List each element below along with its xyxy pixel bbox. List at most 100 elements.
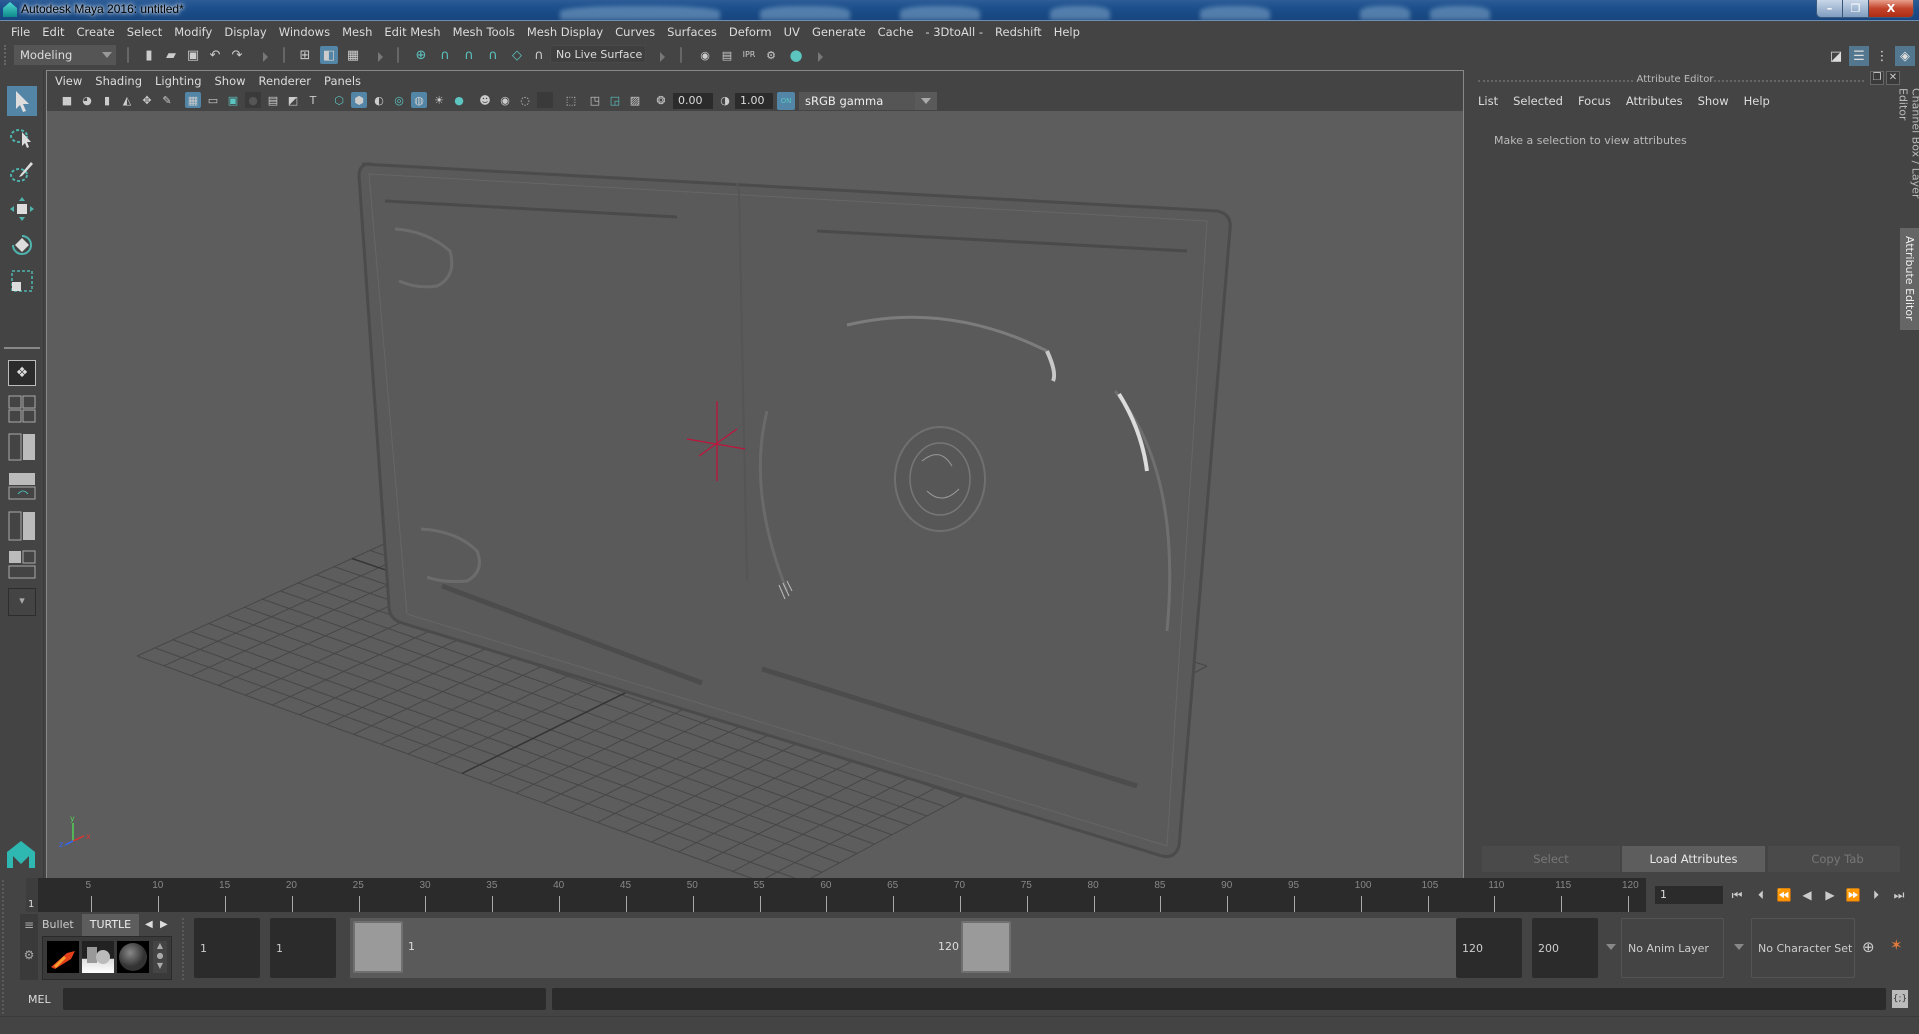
new-scene-icon[interactable]: ▮ [140, 46, 158, 64]
menu-item-9[interactable]: Mesh Tools [449, 25, 523, 39]
command-input[interactable] [63, 988, 546, 1010]
shelf-scrollbar[interactable]: ▲ ● ▼ [153, 941, 167, 973]
turtle-bake-icon[interactable] [82, 941, 114, 973]
menu-item-11[interactable]: Curves [611, 25, 663, 39]
render-current-frame-icon[interactable]: ▤ [718, 46, 736, 64]
range-start-handle[interactable] [353, 921, 403, 973]
attribute-editor-menu-0[interactable]: List [1478, 94, 1498, 108]
close-button[interactable]: X [1869, 0, 1913, 17]
channel-box-tab[interactable]: Channel Box / Layer Editor [1897, 80, 1919, 226]
menu-item-16[interactable]: Cache [874, 25, 922, 39]
shadows-icon[interactable]: ● [451, 92, 467, 108]
rotate-tool[interactable] [7, 230, 37, 260]
attribute-editor-menu-2[interactable]: Focus [1578, 94, 1611, 108]
tool-settings-toggle-icon[interactable]: ⋮ [1872, 46, 1892, 66]
four-view-layout-icon[interactable] [8, 395, 36, 423]
persp-graph-layout-icon[interactable] [8, 472, 36, 500]
image-plane-icon[interactable]: ◭ [119, 92, 135, 108]
toolbar-grip[interactable] [4, 45, 8, 65]
menu-item-3[interactable]: Select [123, 25, 170, 39]
ipr-render-icon[interactable]: IPR [740, 46, 758, 64]
viewport-menu-0[interactable]: View [55, 74, 82, 88]
shelf-tab-turtle[interactable]: TURTLE [81, 914, 140, 936]
shelf-menu-icon[interactable]: ≡ [20, 918, 38, 932]
snap-to-view-plane-icon[interactable]: ◇ [508, 46, 526, 64]
animation-start-field[interactable]: 1 [194, 918, 260, 978]
channel-box-toggle-icon[interactable]: ◈ [1895, 46, 1915, 66]
move-tool[interactable] [7, 194, 37, 224]
auto-key-icon[interactable]: ⊕ [1862, 938, 1875, 956]
script-editor-icon[interactable]: {;} [1892, 990, 1908, 1008]
hypershade-layout-icon[interactable] [8, 511, 36, 541]
redo-icon[interactable]: ↷ [228, 46, 246, 64]
range-end-handle[interactable] [961, 921, 1011, 973]
collapse-arrow-icon[interactable] [378, 52, 383, 62]
snap-to-grid-icon[interactable]: ⊕ [412, 46, 430, 64]
render-view-icon[interactable]: ◉ [696, 46, 714, 64]
use-all-lights-icon[interactable]: ☀ [431, 92, 447, 108]
range-slider[interactable]: 1 120 [350, 918, 1464, 978]
gamma-icon[interactable]: ◑ [717, 92, 733, 108]
more-layouts-button[interactable]: ▾ [8, 588, 36, 616]
paint-select-tool[interactable] [7, 158, 37, 188]
undo-icon[interactable]: ↶ [206, 46, 224, 64]
depth-of-field-icon[interactable] [537, 92, 553, 108]
resolution-gate-icon[interactable]: ▣ [225, 92, 241, 108]
modeling-toolkit-icon[interactable]: ◪ [1826, 46, 1846, 66]
shelf-tab-bullet[interactable]: Bullet [40, 914, 82, 936]
snap-to-projected-center-icon[interactable]: ∩ [484, 46, 502, 64]
menu-item-18[interactable]: Redshift [991, 25, 1050, 39]
smooth-shade-icon[interactable]: ⬢ [351, 92, 367, 108]
animation-end-field[interactable]: 200 [1532, 918, 1598, 978]
close-panel-button[interactable]: ✕ [1886, 71, 1900, 85]
current-frame-marker[interactable]: 1 [26, 878, 38, 912]
ae-select-button[interactable]: Select [1482, 846, 1620, 872]
attribute-editor-toggle-icon[interactable]: ☰ [1849, 46, 1869, 66]
anim-layer-dropdown[interactable]: No Anim Layer [1621, 918, 1724, 978]
select-by-component-icon[interactable]: ▦ [344, 46, 362, 64]
scene-canvas[interactable]: y x z [47, 111, 1463, 879]
playback-start-field[interactable]: 1 [270, 918, 336, 978]
view-transform-dropdown[interactable]: sRGB gamma [799, 92, 937, 110]
step-back-frame-icon[interactable]: ⏴ [1751, 886, 1771, 904]
snap-to-curve-icon[interactable]: ∩ [436, 46, 454, 64]
hypershade-icon[interactable]: ● [787, 46, 805, 64]
shelf-scroll-left-icon[interactable]: ◀ [145, 919, 153, 930]
collapse-arrow-icon[interactable] [818, 52, 823, 62]
viewport-menu-3[interactable]: Show [215, 74, 246, 88]
grid-toggle-icon[interactable]: ▦ [185, 92, 201, 108]
open-scene-icon[interactable]: ▰ [162, 46, 180, 64]
step-forward-key-icon[interactable]: ⏩ [1843, 886, 1863, 904]
attribute-editor-tab[interactable]: Attribute Editor [1900, 228, 1919, 330]
lock-camera-icon[interactable]: ◕ [79, 92, 95, 108]
exposure-icon[interactable]: ❂ [653, 92, 669, 108]
viewport-menu-5[interactable]: Panels [324, 74, 361, 88]
menu-item-5[interactable]: Display [220, 25, 274, 39]
collapse-arrow-icon[interactable] [660, 52, 665, 62]
menu-item-7[interactable]: Mesh [338, 25, 380, 39]
persp-outliner-layout-icon[interactable] [8, 433, 36, 461]
menu-item-12[interactable]: Surfaces [663, 25, 725, 39]
current-frame-field[interactable]: 1 [1655, 886, 1723, 904]
2d-pan-zoom-icon[interactable]: ✥ [139, 92, 155, 108]
film-gate-icon[interactable]: ▭ [205, 92, 221, 108]
select-by-hierarchy-icon[interactable]: ⊞ [296, 46, 314, 64]
turtle-sphere-icon[interactable] [117, 941, 149, 973]
menu-item-17[interactable]: - 3DtoAll - [921, 25, 991, 39]
shelf-scroll-right-icon[interactable]: ▶ [160, 919, 168, 930]
go-to-start-icon[interactable]: ⏮ [1727, 886, 1747, 904]
menu-item-2[interactable]: Create [73, 25, 123, 39]
load-attributes-button[interactable]: Load Attributes [1622, 846, 1765, 872]
make-live-icon[interactable]: ∩ [530, 46, 548, 64]
collapse-arrow-icon[interactable] [263, 52, 268, 62]
menu-item-0[interactable]: File [7, 25, 38, 39]
isolate-select-icon[interactable]: ⬚ [563, 92, 579, 108]
bookmarks-icon[interactable]: ▮ [99, 92, 115, 108]
textured-icon[interactable]: ◎ [391, 92, 407, 108]
step-forward-frame-icon[interactable]: ⏵ [1866, 886, 1886, 904]
minimize-button[interactable]: – [1817, 0, 1843, 17]
screen-space-ao-icon[interactable]: ☻ [477, 92, 493, 108]
motion-blur-icon[interactable]: ◉ [497, 92, 513, 108]
float-panel-button[interactable]: ❐ [1870, 71, 1884, 85]
menu-item-15[interactable]: Generate [808, 25, 874, 39]
